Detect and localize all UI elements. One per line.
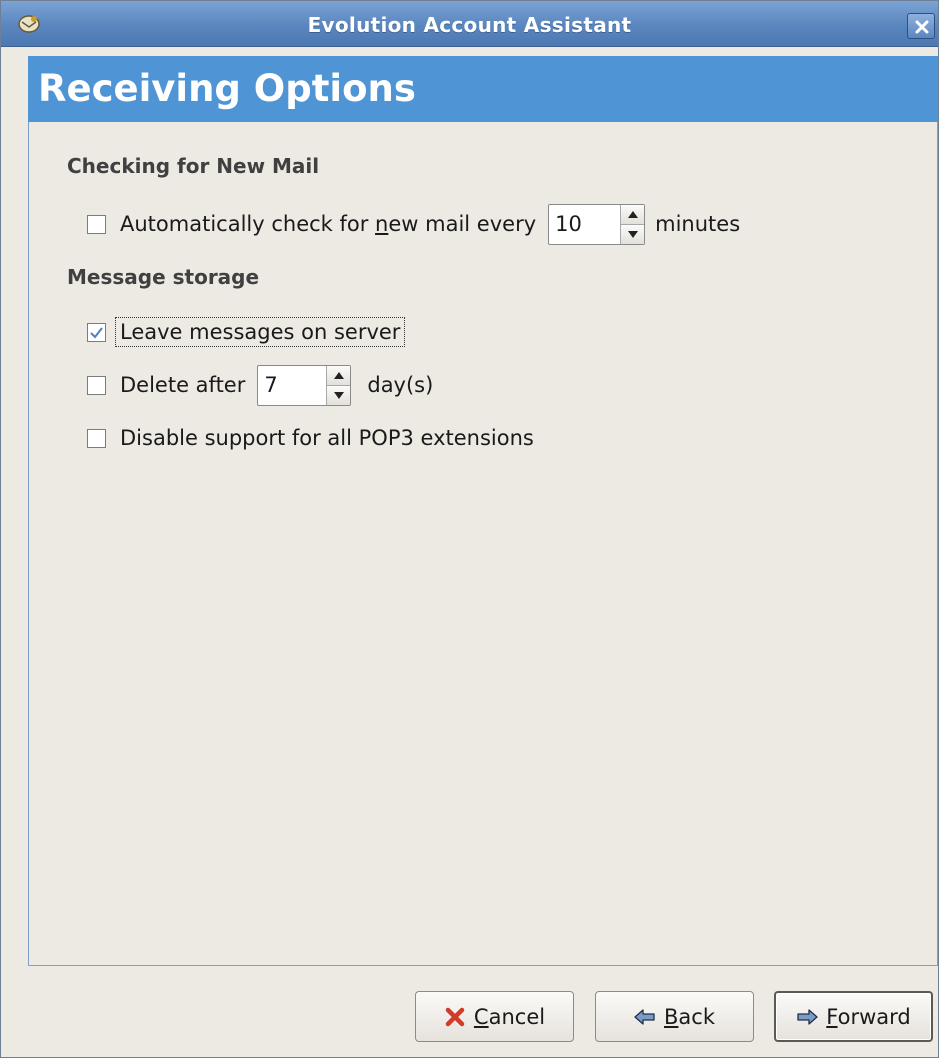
auto-check-label-mnemonic: n [375,212,389,236]
up-arrow-icon [333,371,344,379]
assistant-window: Evolution Account Assistant Receiving Op… [0,0,939,1058]
auto-check-label[interactable]: Automatically check for new mail every [120,212,536,236]
cancel-label: Cancel [473,1004,546,1029]
auto-check-row: Automatically check for new mail every 1… [87,203,741,245]
auto-check-label-end: ew mail every [388,212,537,236]
checkmark-icon [90,326,103,339]
forward-label: Forward [826,1004,911,1029]
up-arrow-icon [627,210,638,218]
section-title-checking: Checking for New Mail [67,154,320,178]
delete-days-spinbutton[interactable]: 7 [257,364,352,406]
window-title: Evolution Account Assistant [307,13,632,37]
auto-check-label-start: Automatically check for [120,212,376,236]
disable-pop3-checkbox[interactable] [87,428,106,448]
delete-days-unit: day(s) [367,373,434,397]
title-bar[interactable]: Evolution Account Assistant [1,1,938,47]
forward-arrow-icon [797,1008,818,1025]
check-interval-value[interactable]: 10 [549,205,620,244]
forward-button[interactable]: Forward [774,991,933,1042]
delete-days-decrement[interactable] [327,385,351,405]
delete-days-stepper [326,365,351,405]
leave-on-server-label[interactable]: Leave messages on server [114,317,406,347]
check-interval-unit: minutes [655,212,741,236]
check-interval-increment[interactable] [621,204,645,225]
delete-after-label[interactable]: Delete after [120,373,245,397]
content-area: Checking for New Mail Automatically chec… [28,122,938,966]
down-arrow-icon [333,391,344,399]
back-arrow-icon [634,1008,655,1025]
close-button[interactable] [907,13,935,39]
check-interval-stepper [620,204,645,244]
auto-check-checkbox[interactable] [87,214,106,234]
cancel-x-icon [445,1007,465,1026]
page-header: Receiving Options [28,56,938,122]
back-label: Back [664,1004,715,1029]
down-arrow-icon [627,230,638,238]
delete-after-row: Delete after 7 day(s) [87,364,434,406]
delete-days-increment[interactable] [327,365,351,386]
check-interval-spinbutton[interactable]: 10 [548,203,646,245]
leave-on-server-checkbox[interactable] [87,322,106,342]
cancel-button[interactable]: Cancel [415,991,574,1042]
disable-pop3-label[interactable]: Disable support for all POP3 extensions [120,426,534,450]
delete-days-value[interactable]: 7 [258,366,326,405]
close-icon [915,20,929,34]
disable-pop3-row: Disable support for all POP3 extensions [87,418,534,458]
delete-after-checkbox[interactable] [87,375,106,395]
back-button[interactable]: Back [595,991,754,1042]
leave-on-server-row: Leave messages on server [87,312,406,352]
page-title: Receiving Options [38,67,416,110]
section-title-storage: Message storage [67,265,260,289]
check-interval-decrement[interactable] [621,224,645,244]
